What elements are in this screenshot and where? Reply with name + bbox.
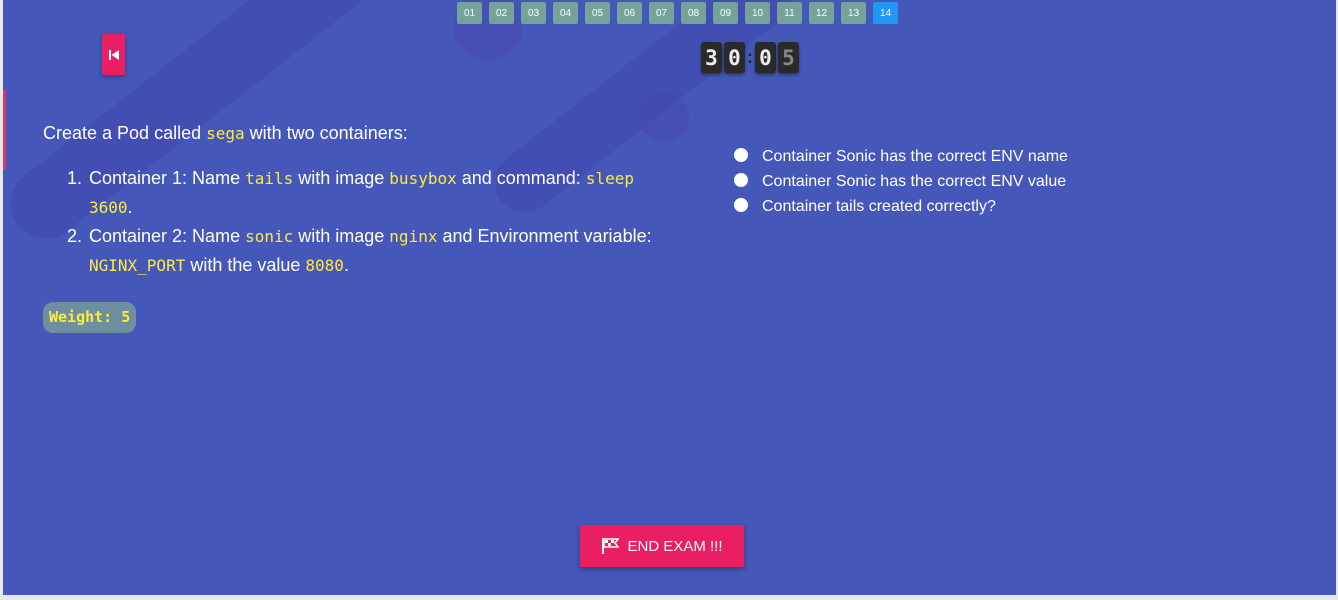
item-number: 1. [67,168,83,188]
question-tab-01[interactable]: 01 [457,2,482,24]
timer-digit: 0 [755,42,776,73]
question-tab-02[interactable]: 02 [489,2,514,24]
bullet-icon [734,147,748,162]
check-item: Container Sonic has the correct ENV name [734,144,1068,169]
question-nav: 01 02 03 04 05 06 07 08 09 10 11 12 13 1… [457,2,898,24]
question-tab-03[interactable]: 03 [521,2,546,24]
question-text: Create a Pod called sega with two contai… [43,123,683,280]
bullet-icon [734,197,748,212]
check-item: Container Sonic has the correct ENV valu… [734,169,1068,194]
edge-marker [3,90,6,170]
question-intro: Create a Pod called sega with two contai… [43,123,683,144]
flag-icon [602,538,620,554]
previous-question-button[interactable] [102,34,125,75]
question-tab-10[interactable]: 10 [745,2,770,24]
weight-badge: Weight: 5 [43,302,137,333]
item-number: 2. [67,226,83,246]
item-text: Container 1: Name tails with image busyb… [89,168,634,217]
end-exam-label: END EXAM !!! [627,537,723,555]
timer-digit: 5 [778,42,799,73]
check-label: Container Sonic has the correct ENV name [762,147,1068,165]
check-list: Container Sonic has the correct ENV name… [734,144,1068,219]
question-tab-14[interactable]: 14 [873,2,898,24]
timer-digit: 3 [701,42,722,73]
check-item: Container tails created correctly? [734,194,1068,219]
question-tab-04[interactable]: 04 [553,2,578,24]
list-item: 2. Container 2: Name sonic with image ng… [67,222,683,280]
timer-digit: 0 [724,42,745,73]
end-exam-button[interactable]: END EXAM !!! [580,525,744,567]
exam-stage: 01 02 03 04 05 06 07 08 09 10 11 12 13 1… [3,0,1336,595]
question-tab-07[interactable]: 07 [649,2,674,24]
countdown-timer: 3 0 : 0 5 [701,42,801,73]
question-tab-05[interactable]: 05 [585,2,610,24]
check-label: Container tails created correctly? [762,197,996,215]
list-item: 1. Container 1: Name tails with image bu… [67,164,683,222]
item-text: Container 2: Name sonic with image nginx… [89,226,652,275]
question-tab-11[interactable]: 11 [777,2,802,24]
question-tab-09[interactable]: 09 [713,2,738,24]
weight-label: Weight: 5 [49,308,131,326]
text: with two containers: [244,123,408,143]
question-tab-08[interactable]: 08 [681,2,706,24]
check-label: Container Sonic has the correct ENV valu… [762,172,1067,190]
question-tab-06[interactable]: 06 [617,2,642,24]
pod-name-code: sega [206,124,245,143]
skip-back-icon [108,49,119,60]
timer-separator: : [747,47,753,67]
requirements-list: 1. Container 1: Name tails with image bu… [67,164,683,280]
question-tab-13[interactable]: 13 [841,2,866,24]
bullet-icon [734,172,748,187]
question-tab-12[interactable]: 12 [809,2,834,24]
text: Create a Pod called [43,123,207,143]
